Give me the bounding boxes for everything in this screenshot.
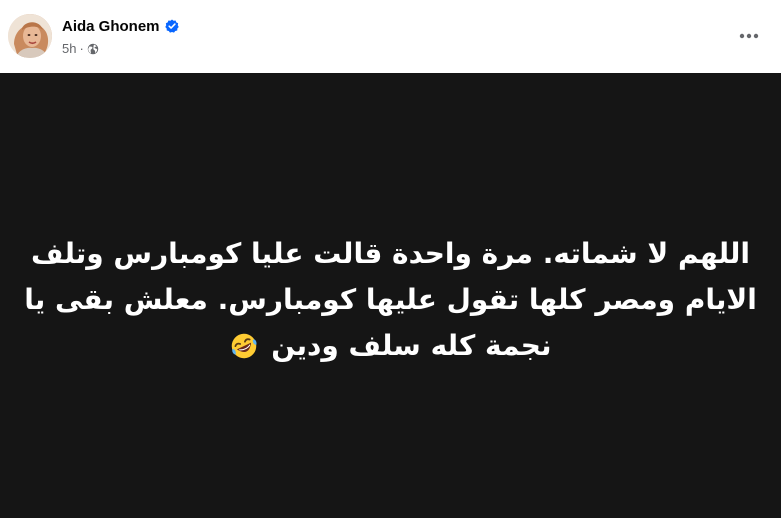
post-text: اللهم لا شماته. مرة واحدة قالت عليا كومب…: [24, 231, 757, 369]
author-name-row: Aida Ghonem: [62, 16, 179, 36]
post-text-line-1: اللهم لا شماته. مرة واحدة قالت عليا كومب…: [30, 237, 750, 270]
post-text-line-2: الايام ومصر كلها تقول عليها كومبارس. معل…: [24, 283, 757, 316]
globe-icon[interactable]: [87, 43, 99, 55]
meta-separator: ·: [79, 41, 84, 56]
post-text-line-3: نجمة كله سلف ودين: [24, 323, 757, 369]
author-avatar[interactable]: [8, 14, 52, 58]
more-options-button[interactable]: [731, 22, 767, 50]
post-text-line-3-text: نجمة كله سلف ودين: [271, 329, 552, 362]
post-meta: 5h ·: [62, 40, 99, 57]
post-text-background: اللهم لا شماته. مرة واحدة قالت عليا كومب…: [0, 73, 781, 518]
author-name[interactable]: Aida Ghonem: [62, 18, 160, 35]
post-timestamp[interactable]: 5h: [62, 41, 76, 56]
post-header: Aida Ghonem 5h ·: [0, 0, 781, 73]
rolling-on-floor-laughing-emoji-icon: [230, 328, 258, 359]
more-options-icon: [739, 33, 759, 39]
verified-badge-icon: [164, 19, 179, 33]
